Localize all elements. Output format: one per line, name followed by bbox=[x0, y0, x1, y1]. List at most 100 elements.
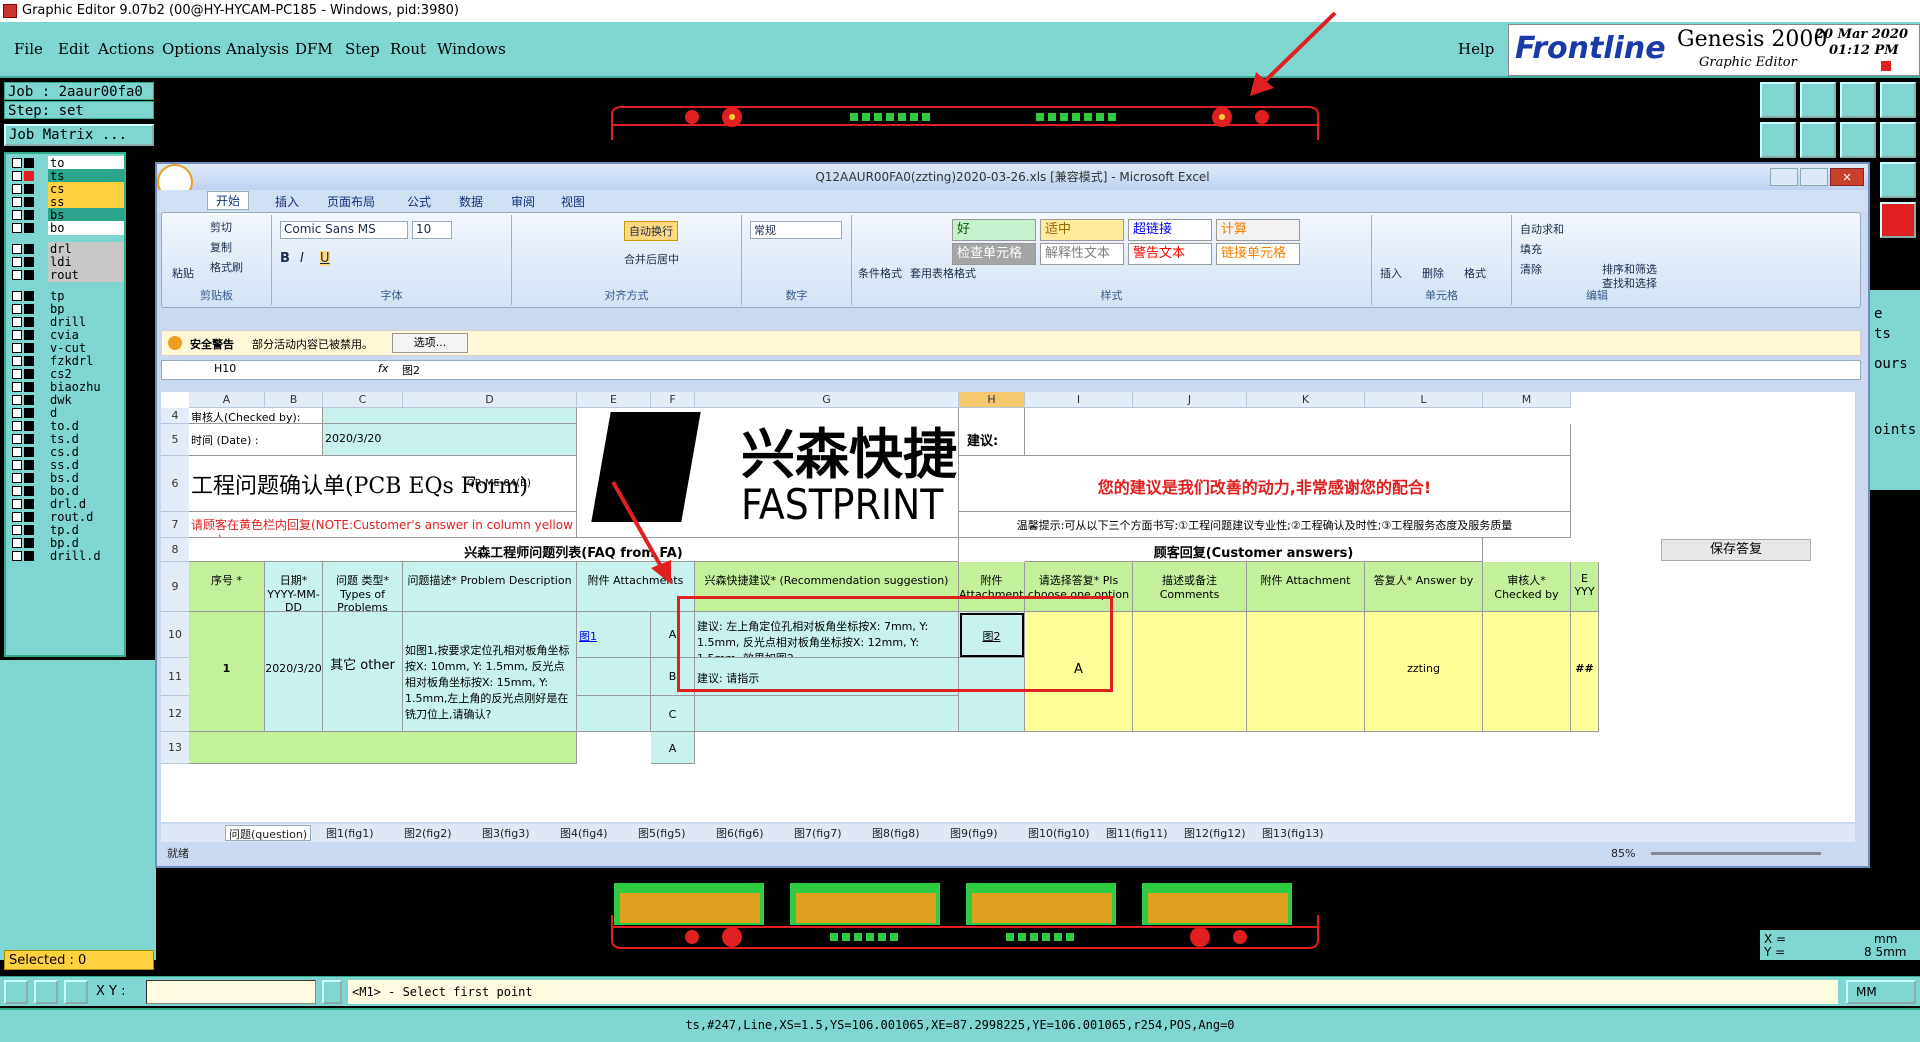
sheet-tab[interactable]: 图2(fig2) bbox=[401, 825, 455, 841]
column-header[interactable]: C bbox=[323, 392, 403, 408]
cell-date-hash[interactable]: ## bbox=[1571, 612, 1599, 732]
menu-analysis[interactable]: Analysis bbox=[226, 40, 289, 58]
column-header[interactable]: H bbox=[959, 392, 1025, 408]
menu-help[interactable]: Help bbox=[1458, 40, 1494, 58]
layer-checkbox[interactable] bbox=[12, 434, 22, 444]
menu-windows[interactable]: Windows bbox=[437, 40, 506, 58]
format-painter-button[interactable]: 格式刷 bbox=[210, 259, 243, 275]
maximize-icon[interactable] bbox=[1800, 168, 1828, 186]
layer-row[interactable]: bp bbox=[10, 302, 124, 316]
column-header[interactable]: L bbox=[1365, 392, 1483, 408]
sheet-tab[interactable]: 图1(fig1) bbox=[323, 825, 377, 841]
layer-checkbox[interactable] bbox=[12, 210, 22, 220]
row-header[interactable]: 5 bbox=[161, 424, 189, 456]
cam-canvas-top[interactable] bbox=[600, 95, 1330, 165]
layer-row[interactable]: bs.d bbox=[10, 471, 124, 485]
menu-edit[interactable]: Edit bbox=[58, 40, 89, 58]
toolbar-btn-1[interactable] bbox=[1760, 82, 1796, 118]
toolbar-btn-8[interactable] bbox=[1880, 122, 1916, 158]
layer-checkbox[interactable] bbox=[12, 317, 22, 327]
conditional-format-button[interactable]: 条件格式 bbox=[858, 265, 902, 281]
header-h_no[interactable]: 序号 * bbox=[189, 562, 265, 612]
menu-rout[interactable]: Rout bbox=[390, 40, 426, 58]
layer-row[interactable]: cs bbox=[10, 182, 124, 196]
cell-tips[interactable]: 温馨提示:可从以下三个方面书写:①工程问题建议专业性;②工程确认及时性;③工程服… bbox=[959, 512, 1571, 538]
sheet-tab[interactable]: 问题(question) bbox=[225, 825, 312, 841]
sheet-tab[interactable]: 图12(fig12) bbox=[1181, 825, 1249, 841]
cell-checked-by-label[interactable]: 审核人(Checked by): bbox=[189, 408, 323, 424]
cell-date-label[interactable]: 时间 (Date) : bbox=[189, 424, 323, 456]
minimize-icon[interactable] bbox=[1770, 168, 1798, 186]
cell-style-option[interactable]: 计算 bbox=[1216, 219, 1300, 241]
security-options-button[interactable]: 选项... bbox=[392, 333, 468, 353]
cell-answer-by[interactable]: zzting bbox=[1365, 612, 1483, 732]
row-header[interactable]: 7 bbox=[161, 512, 189, 538]
layer-row[interactable]: dwk bbox=[10, 393, 124, 407]
column-header[interactable]: G bbox=[695, 392, 959, 408]
layer-checkbox[interactable] bbox=[12, 525, 22, 535]
tab-home[interactable]: 开始 bbox=[207, 191, 250, 210]
number-format-select[interactable]: 常规 bbox=[750, 221, 842, 239]
tool-icon[interactable] bbox=[4, 980, 28, 1004]
menu-step[interactable]: Step bbox=[345, 40, 380, 58]
cell-option-a2[interactable]: A bbox=[651, 732, 695, 764]
layer-checkbox[interactable] bbox=[12, 512, 22, 522]
toolbar-btn-4[interactable] bbox=[1880, 82, 1916, 118]
header-h_comm[interactable]: 描述或备注 Comments bbox=[1133, 562, 1247, 612]
header-h_yyy[interactable]: E YYY bbox=[1571, 562, 1599, 612]
cell-thanks[interactable]: 您的建议是我们改善的动力,非常感谢您的配合! bbox=[959, 456, 1571, 512]
layer-row[interactable]: ss bbox=[10, 195, 124, 209]
layer-checkbox[interactable] bbox=[12, 257, 22, 267]
layer-row[interactable]: tp bbox=[10, 289, 124, 303]
header-h_type[interactable]: 问题 类型* Types of Problems bbox=[323, 562, 403, 612]
cell-row-attachment[interactable]: 图1 bbox=[577, 612, 651, 658]
toolbar-btn-7[interactable] bbox=[1840, 122, 1876, 158]
cell-style-option[interactable]: 链接单元格 bbox=[1216, 243, 1300, 265]
row-header[interactable]: 12 bbox=[161, 696, 189, 732]
cell-checked-by-value[interactable] bbox=[323, 408, 577, 424]
italic-button[interactable]: I bbox=[300, 251, 304, 266]
paste-button[interactable]: 粘贴 bbox=[172, 265, 194, 281]
tab-insert[interactable]: 插入 bbox=[275, 193, 299, 210]
cell-style-option[interactable]: 超链接 bbox=[1128, 219, 1212, 241]
row-header[interactable]: 8 bbox=[161, 538, 189, 562]
layer-row[interactable]: rout bbox=[10, 268, 124, 282]
column-header[interactable]: A bbox=[189, 392, 265, 408]
layer-checkbox[interactable] bbox=[12, 447, 22, 457]
cell-rec-c[interactable] bbox=[695, 696, 959, 732]
cell-next-row[interactable] bbox=[189, 732, 577, 764]
job-matrix-button[interactable]: Job Matrix ... bbox=[4, 124, 154, 146]
cell-row-date[interactable]: 2020/3/20 bbox=[265, 612, 323, 732]
row-header[interactable]: 13 bbox=[161, 732, 189, 764]
menu-actions[interactable]: Actions bbox=[98, 40, 154, 58]
layer-checkbox[interactable] bbox=[12, 486, 22, 496]
layer-checkbox[interactable] bbox=[12, 473, 22, 483]
toolbar-btn-2[interactable] bbox=[1800, 82, 1836, 118]
save-answers-button[interactable]: 保存答复 bbox=[1661, 539, 1811, 561]
tool-icon[interactable] bbox=[34, 980, 58, 1004]
toolbar-btn-red[interactable] bbox=[1880, 202, 1916, 238]
layer-row[interactable]: drl bbox=[10, 242, 124, 256]
column-header[interactable]: B bbox=[265, 392, 323, 408]
layer-row[interactable]: v-cut bbox=[10, 341, 124, 355]
cell-empty[interactable] bbox=[577, 658, 651, 696]
cell-form-code[interactable]: (QR-ME-04(B) bbox=[403, 456, 577, 512]
layer-checkbox[interactable] bbox=[12, 395, 22, 405]
header-h_att3[interactable]: 附件 Attachment bbox=[1247, 562, 1365, 612]
cell-suggest-label[interactable]: 建议: bbox=[959, 408, 1025, 456]
zoom-slider[interactable] bbox=[1651, 852, 1821, 855]
layer-checkbox[interactable] bbox=[12, 408, 22, 418]
grid-icon[interactable] bbox=[64, 980, 88, 1004]
column-header[interactable]: I bbox=[1025, 392, 1133, 408]
column-header[interactable]: K bbox=[1247, 392, 1365, 408]
header-h_ans[interactable]: 答复人* Answer by bbox=[1365, 562, 1483, 612]
delete-cells-button[interactable]: 删除 bbox=[1422, 265, 1444, 281]
font-name-select[interactable]: Comic Sans MS bbox=[280, 221, 408, 239]
font-size-select[interactable]: 10 bbox=[412, 221, 452, 239]
insert-cells-button[interactable]: 插入 bbox=[1380, 265, 1402, 281]
sheet-tab[interactable]: 图11(fig11) bbox=[1103, 825, 1171, 841]
autosum-button[interactable]: 自动求和 bbox=[1520, 221, 1564, 237]
tab-data[interactable]: 数据 bbox=[459, 193, 483, 210]
cell-comments[interactable] bbox=[1133, 612, 1247, 732]
layer-checkbox[interactable] bbox=[12, 270, 22, 280]
